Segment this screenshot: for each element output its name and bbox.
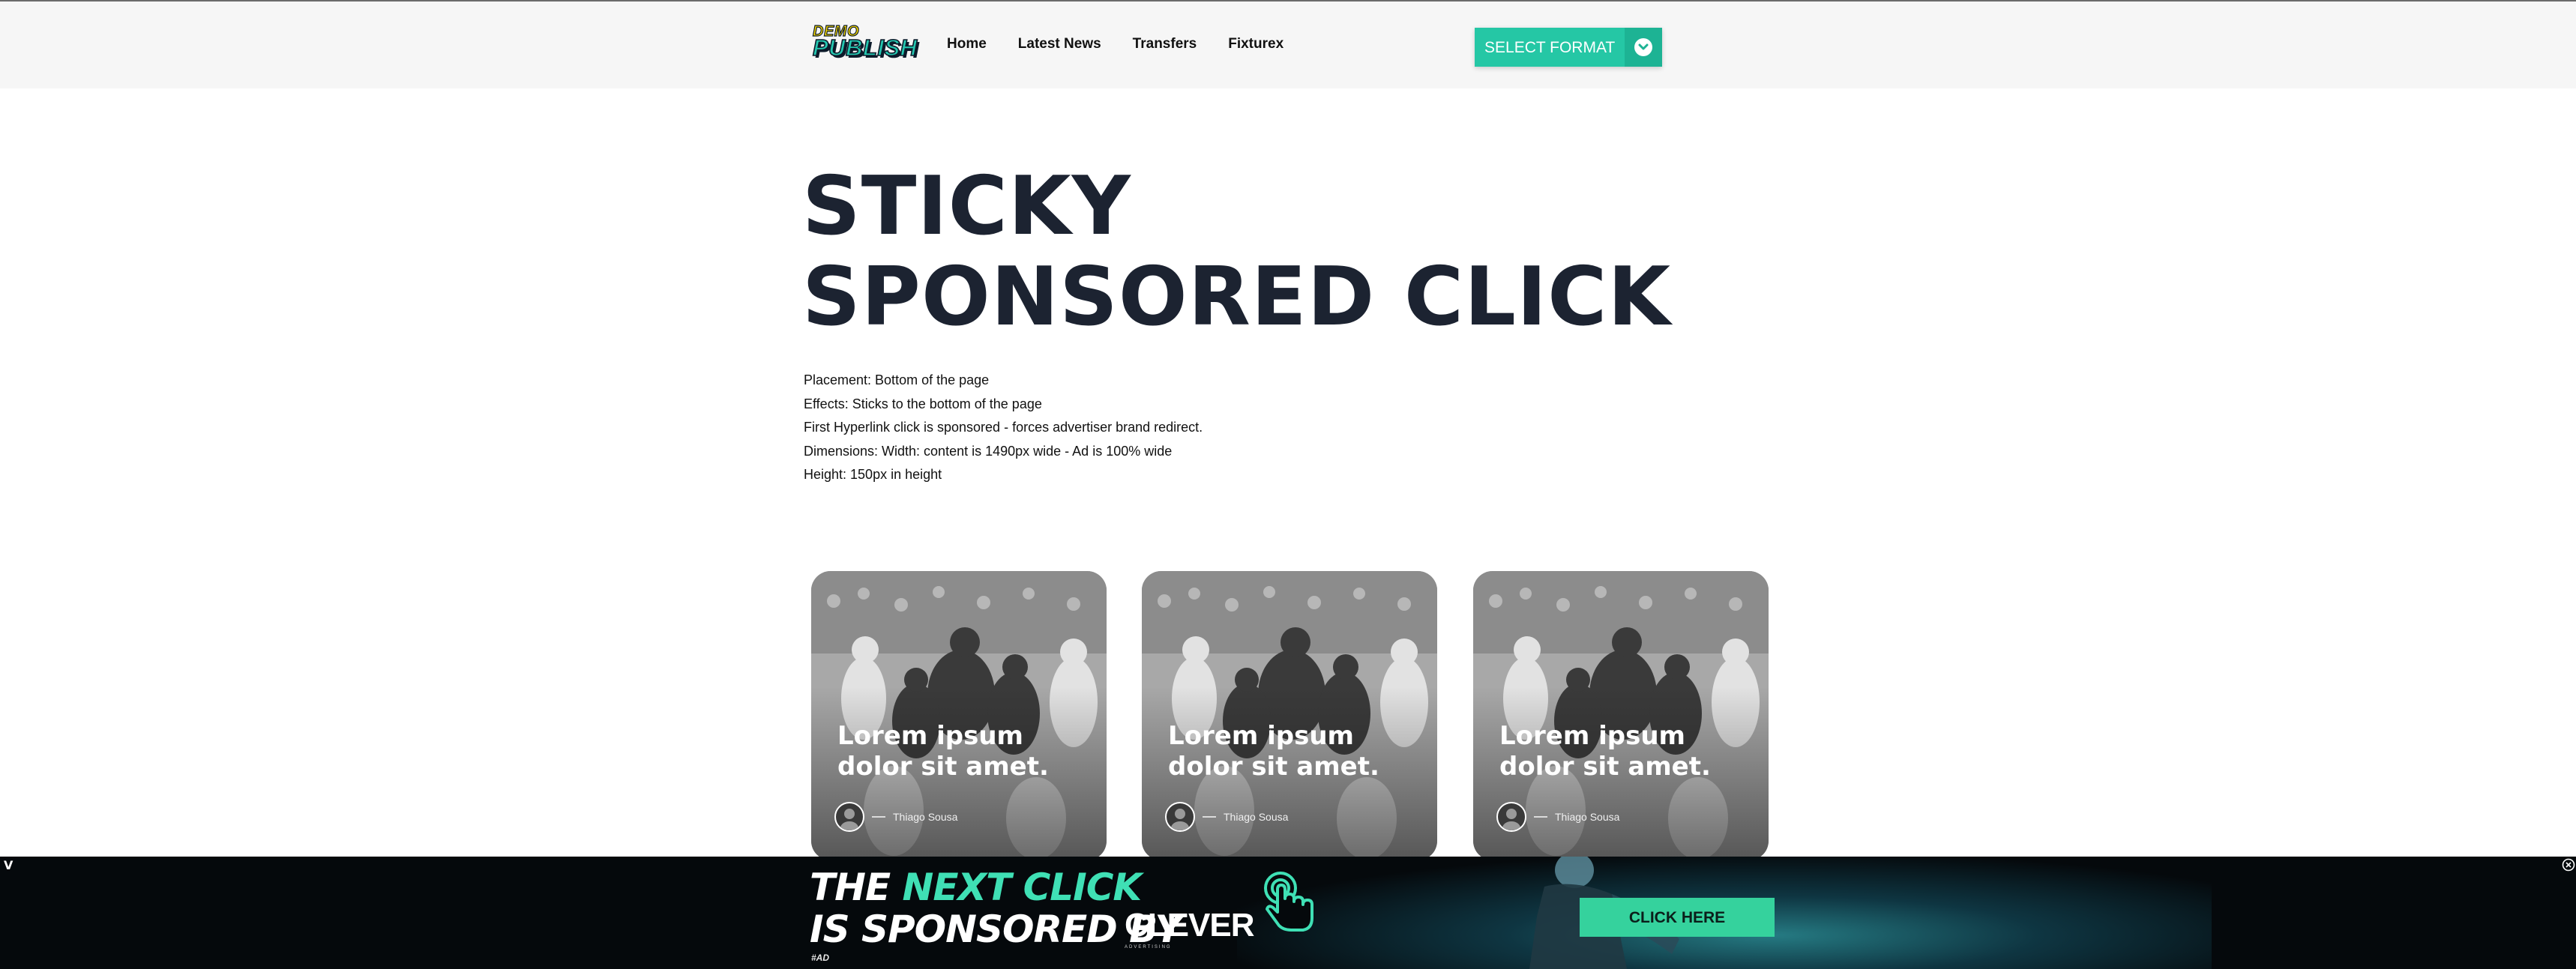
- page-title: STICKY SPONSORED CLICK: [802, 160, 1672, 344]
- ad-headline-line1: THE NEXT CLICK: [810, 866, 1143, 909]
- spec-placement: Placement: Bottom of the page: [804, 372, 990, 387]
- select-format-label: SELECT FORMAT: [1484, 38, 1616, 56]
- article-card[interactable]: Lorem ipsum dolor sit amet. Thiago Sousa: [1142, 571, 1437, 860]
- author-avatar: [1496, 802, 1526, 832]
- byline-divider: [1534, 816, 1547, 818]
- ad-cta-label: CLICK HERE: [1628, 908, 1726, 926]
- article-card[interactable]: Lorem ipsum dolor sit amet. Thiago Sousa: [811, 571, 1107, 860]
- site-header: DEMO PUBLISH Home Latest News Transfers …: [0, 1, 2576, 88]
- nav-link-fixturex[interactable]: Fixturex: [1228, 37, 1284, 51]
- byline-divider: [872, 816, 885, 818]
- byline-divider: [1203, 816, 1216, 818]
- close-icon[interactable]: [2562, 858, 2575, 872]
- article-card[interactable]: Lorem ipsum dolor sit amet. Thiago Sousa: [1473, 571, 1769, 860]
- nav-link-transfers[interactable]: Transfers: [1133, 37, 1197, 51]
- site-logo[interactable]: DEMO PUBLISH: [812, 23, 918, 61]
- ad-headline-accent: NEXT CLICK: [902, 866, 1143, 909]
- article-byline: Thiago Sousa: [1496, 802, 1619, 832]
- author-name[interactable]: Thiago Sousa: [1555, 812, 1619, 822]
- ad-brand-logo: CLEVER: [1125, 907, 1254, 944]
- spec-effects: Effects: Sticks to the bottom of the pag…: [804, 396, 1042, 411]
- logo-publish-text: PUBLISH: [812, 34, 918, 61]
- author-name[interactable]: Thiago Sousa: [1224, 812, 1288, 822]
- author-name[interactable]: Thiago Sousa: [893, 812, 957, 822]
- select-format-dropdown[interactable]: SELECT FORMAT: [1475, 28, 1662, 67]
- ad-collapse-toggle[interactable]: V: [4, 860, 13, 872]
- ad-tag: #AD: [811, 953, 830, 963]
- chevron-down-icon: [1634, 38, 1652, 56]
- sticky-ad-bar[interactable]: V THE NEXT CLICK IS SPONSORED BY CLEVER …: [0, 857, 2576, 969]
- ad-spec-list: Placement: Bottom of the page Effects: S…: [804, 369, 1203, 487]
- spec-click-behaviour: First Hyperlink click is sponsored - for…: [804, 420, 1203, 435]
- ad-click-here-button[interactable]: CLICK HERE: [1580, 898, 1775, 937]
- ad-headline-the: THE: [810, 866, 903, 909]
- article-title[interactable]: Lorem ipsum dolor sit amet.: [1168, 721, 1423, 782]
- author-avatar: [834, 802, 864, 832]
- article-byline: Thiago Sousa: [1165, 802, 1288, 832]
- spec-height: Height: 150px in height: [804, 467, 942, 482]
- article-byline: Thiago Sousa: [834, 802, 957, 832]
- article-title[interactable]: Lorem ipsum dolor sit amet.: [1499, 721, 1754, 782]
- article-title[interactable]: Lorem ipsum dolor sit amet.: [837, 721, 1092, 782]
- nav-link-home[interactable]: Home: [947, 37, 987, 51]
- select-format-toggle[interactable]: [1625, 28, 1662, 67]
- nav-link-latest-news[interactable]: Latest News: [1018, 37, 1101, 51]
- ad-brand-subtitle: ADVERTISING: [1125, 945, 1172, 950]
- pointer-hand-icon: [1264, 872, 1313, 932]
- main-nav: Home Latest News Transfers Fixturex: [947, 37, 1284, 51]
- spec-dimensions: Dimensions: Width: content is 1490px wid…: [804, 443, 1173, 459]
- author-avatar: [1165, 802, 1195, 832]
